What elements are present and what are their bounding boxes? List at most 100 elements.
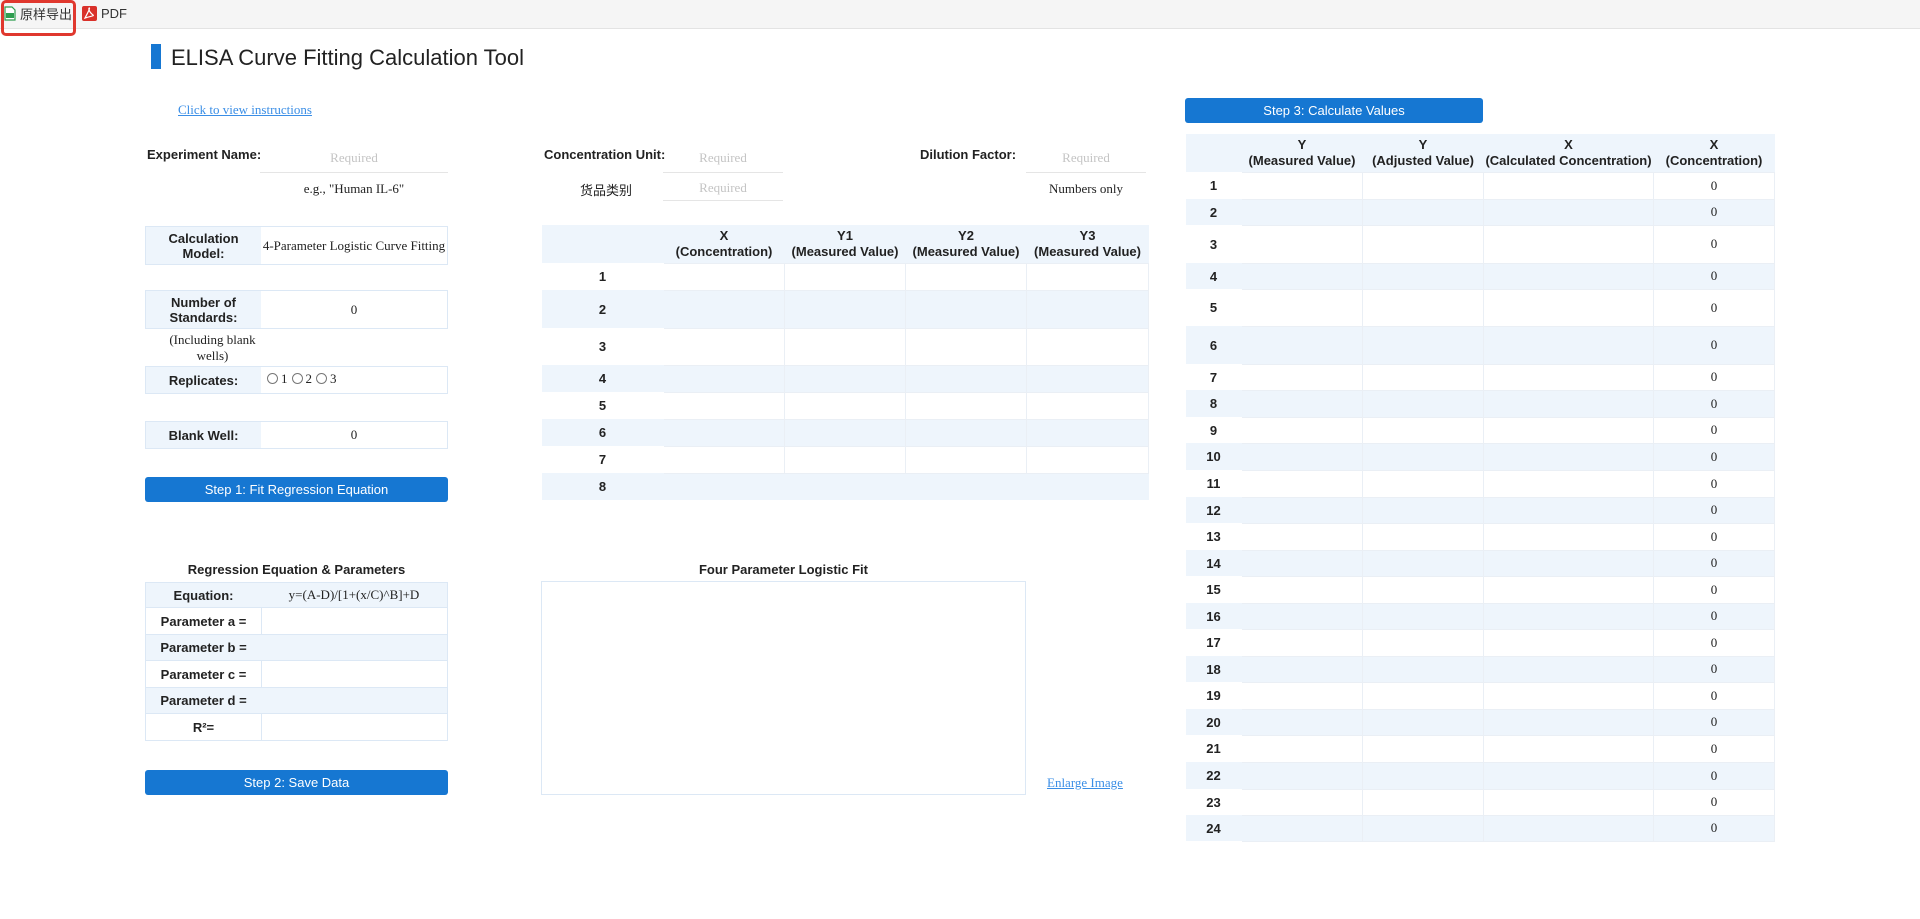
y-adjusted-cell[interactable] (1362, 522, 1484, 551)
x-calculated-cell[interactable] (1483, 761, 1654, 790)
y-measured-cell[interactable] (1241, 416, 1363, 444)
y-adjusted-cell[interactable] (1362, 602, 1484, 630)
number-of-standards-input[interactable]: 0 (261, 291, 447, 328)
x-calculated-cell[interactable] (1483, 363, 1654, 391)
y3-cell[interactable] (1026, 473, 1149, 500)
y-measured-cell[interactable] (1241, 224, 1363, 264)
y2-cell[interactable] (905, 327, 1027, 366)
y3-cell[interactable] (1026, 391, 1149, 420)
y-adjusted-cell[interactable] (1362, 761, 1484, 790)
y1-cell[interactable] (784, 289, 906, 329)
blank-well-input[interactable]: 0 (261, 422, 447, 448)
x-concentration-cell[interactable] (663, 473, 785, 500)
y-measured-cell[interactable] (1241, 681, 1363, 710)
replicate-option-2[interactable]: 2 (291, 371, 312, 387)
y-measured-cell[interactable] (1241, 262, 1363, 290)
x-calculated-cell[interactable] (1483, 288, 1654, 327)
x-calculated-cell[interactable] (1483, 734, 1654, 763)
y-measured-cell[interactable] (1241, 496, 1363, 524)
y-measured-cell[interactable] (1241, 628, 1363, 657)
y-adjusted-cell[interactable] (1362, 469, 1484, 498)
instructions-link[interactable]: Click to view instructions (178, 102, 312, 118)
y-adjusted-cell[interactable] (1362, 575, 1484, 604)
y-adjusted-cell[interactable] (1362, 788, 1484, 816)
y-measured-cell[interactable] (1241, 602, 1363, 630)
x-calculated-cell[interactable] (1483, 224, 1654, 264)
x-calculated-cell[interactable] (1483, 655, 1654, 683)
y-adjusted-cell[interactable] (1362, 262, 1484, 290)
x-concentration-cell[interactable] (663, 289, 785, 329)
pdf-button[interactable]: PDF (82, 3, 127, 23)
y1-cell[interactable] (784, 327, 906, 366)
y-adjusted-cell[interactable] (1362, 708, 1484, 736)
y-measured-cell[interactable] (1241, 734, 1363, 763)
y-measured-cell[interactable] (1241, 198, 1363, 226)
concentration-unit-input[interactable]: Required (663, 143, 783, 173)
y-adjusted-cell[interactable] (1362, 389, 1484, 418)
y-measured-cell[interactable] (1241, 171, 1363, 200)
x-calculated-cell[interactable] (1483, 602, 1654, 630)
y-adjusted-cell[interactable] (1362, 224, 1484, 264)
x-concentration-cell[interactable] (663, 327, 785, 366)
x-calculated-cell[interactable] (1483, 814, 1654, 842)
y3-cell[interactable] (1026, 445, 1149, 474)
dilution-factor-input[interactable]: Required (1026, 143, 1146, 173)
x-calculated-cell[interactable] (1483, 549, 1654, 577)
x-calculated-cell[interactable] (1483, 708, 1654, 736)
y-adjusted-cell[interactable] (1362, 814, 1484, 842)
y-adjusted-cell[interactable] (1362, 655, 1484, 683)
y-measured-cell[interactable] (1241, 814, 1363, 842)
y-measured-cell[interactable] (1241, 288, 1363, 327)
y3-cell[interactable] (1026, 364, 1149, 393)
y-measured-cell[interactable] (1241, 788, 1363, 816)
y2-cell[interactable] (905, 418, 1027, 447)
y3-cell[interactable] (1026, 262, 1149, 291)
y2-cell[interactable] (905, 473, 1027, 500)
y-adjusted-cell[interactable] (1362, 734, 1484, 763)
x-concentration-cell[interactable] (663, 262, 785, 291)
y1-cell[interactable] (784, 364, 906, 393)
y-adjusted-cell[interactable] (1362, 549, 1484, 577)
y-adjusted-cell[interactable] (1362, 325, 1484, 365)
x-calculated-cell[interactable] (1483, 442, 1654, 471)
x-calculated-cell[interactable] (1483, 575, 1654, 604)
x-calculated-cell[interactable] (1483, 262, 1654, 290)
calculate-values-button[interactable]: Step 3: Calculate Values (1185, 98, 1483, 123)
fit-regression-button[interactable]: Step 1: Fit Regression Equation (145, 477, 448, 502)
y-adjusted-cell[interactable] (1362, 681, 1484, 710)
x-concentration-cell[interactable] (663, 391, 785, 420)
y-measured-cell[interactable] (1241, 655, 1363, 683)
replicate-option-1[interactable]: 1 (267, 371, 288, 387)
y-adjusted-cell[interactable] (1362, 442, 1484, 471)
experiment-name-input[interactable]: Required (260, 143, 448, 173)
y-adjusted-cell[interactable] (1362, 171, 1484, 200)
y2-cell[interactable] (905, 445, 1027, 474)
y-adjusted-cell[interactable] (1362, 628, 1484, 657)
y-adjusted-cell[interactable] (1362, 363, 1484, 391)
x-calculated-cell[interactable] (1483, 389, 1654, 418)
x-calculated-cell[interactable] (1483, 496, 1654, 524)
x-calculated-cell[interactable] (1483, 325, 1654, 365)
y3-cell[interactable] (1026, 327, 1149, 366)
y-measured-cell[interactable] (1241, 708, 1363, 736)
y-measured-cell[interactable] (1241, 761, 1363, 790)
y-measured-cell[interactable] (1241, 469, 1363, 498)
x-calculated-cell[interactable] (1483, 628, 1654, 657)
y3-cell[interactable] (1026, 418, 1149, 447)
y-adjusted-cell[interactable] (1362, 288, 1484, 327)
x-calculated-cell[interactable] (1483, 469, 1654, 498)
x-calculated-cell[interactable] (1483, 198, 1654, 226)
y-measured-cell[interactable] (1241, 389, 1363, 418)
y2-cell[interactable] (905, 262, 1027, 291)
y3-cell[interactable] (1026, 289, 1149, 329)
save-data-button[interactable]: Step 2: Save Data (145, 770, 448, 795)
y-measured-cell[interactable] (1241, 363, 1363, 391)
x-calculated-cell[interactable] (1483, 522, 1654, 551)
x-concentration-cell[interactable] (663, 418, 785, 447)
x-calculated-cell[interactable] (1483, 171, 1654, 200)
x-calculated-cell[interactable] (1483, 681, 1654, 710)
y-measured-cell[interactable] (1241, 549, 1363, 577)
export-as-is-button[interactable]: 原样导出 (4, 3, 72, 23)
y2-cell[interactable] (905, 391, 1027, 420)
y1-cell[interactable] (784, 391, 906, 420)
